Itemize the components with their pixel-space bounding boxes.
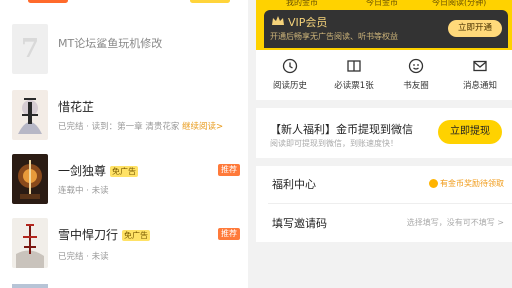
book-meta: 已完结 · 未读 (58, 252, 109, 262)
shortcut-row: 阅读历史 必读票1张 书友圈 消息通知 (256, 50, 512, 100)
book-meta: 连载中 · 未读 (58, 186, 109, 196)
shortcut-label: 阅读历史 (272, 81, 307, 91)
welfare-center-hint: 有金币奖励待领取 (429, 178, 504, 189)
vip-card[interactable]: VIP会员 开通后畅享无广告阅读、听书等权益 立即开通 (264, 10, 508, 48)
ad-free-tag: 免广告 (110, 166, 139, 177)
shortcut-label: 必读票1张 (334, 81, 374, 91)
book-item[interactable]: 一剑独尊 免广告 推荐 连载中 · 未读 (0, 150, 248, 206)
shortcut-book-friends[interactable]: 书友圈 (386, 58, 446, 91)
invite-code-label: 填写邀请码 (272, 217, 327, 230)
settings-list: 福利中心 有金币奖励待领取 填写邀请码 选择填写，没有可不填写 > (256, 166, 512, 242)
stat-my-coins[interactable]: 我的金币 (286, 0, 318, 8)
invite-code-hint: 选择填写，没有可不填写 > (406, 218, 504, 227)
book-cover-placeholder: 7 (12, 24, 48, 74)
book-icon (347, 60, 361, 72)
smile-icon (408, 58, 424, 74)
vip-open-button[interactable]: 立即开通 (448, 20, 502, 37)
screen: 7 MT论坛鲨鱼玩机修改 惜花芷 已完结 · 读到：第一章 清贵花家 继续阅读>… (0, 0, 512, 288)
recommend-badge: 推荐 (218, 228, 240, 240)
stat-today-coins[interactable]: 今日金币 (366, 0, 398, 8)
book-status: 连载中 (58, 186, 84, 196)
shortcut-label: 消息通知 (462, 81, 497, 91)
stat-today-reading[interactable]: 今日阅读(分钟) (432, 0, 486, 8)
book-cover (12, 218, 48, 268)
vip-subtitle: 开通后畅享无广告阅读、听书等权益 (270, 32, 398, 41)
benefit-title: 【新人福利】金币提现到微信 (270, 123, 413, 136)
book-cover (12, 154, 48, 204)
ad-free-tag: 免广告 (122, 230, 151, 241)
book-title: MT论坛鲨鱼玩机修改 (58, 37, 163, 50)
profile-header: 我的金币 今日金币 今日阅读(分钟) VIP会员 开通后畅享无广告阅读、听书等权… (256, 0, 512, 50)
withdraw-button[interactable]: 立即提现 (438, 120, 502, 144)
book-item[interactable]: 7 MT论坛鲨鱼玩机修改 (0, 22, 248, 78)
vip-title: VIP会员 (288, 16, 328, 29)
book-status: 已完结 (58, 252, 84, 262)
book-status: 已完结 (58, 122, 84, 132)
book-progress: 读到：第一章 清贵花家 (91, 122, 180, 132)
placeholder-glyph: 7 (20, 34, 40, 64)
book-title: 一剑独尊 (58, 164, 107, 178)
profile-panel: 我的金币 今日金币 今日阅读(分钟) VIP会员 开通后畅享无广告阅读、听书等权… (256, 0, 512, 288)
bookshelf-top-buttons (0, 0, 248, 6)
book-title-row: 雪中悍刀行 免广告 (58, 226, 151, 243)
newcomer-benefit-card[interactable]: 【新人福利】金币提现到微信 阅读即可提现到微信，到账速度快！ 立即提现 (256, 108, 512, 158)
continue-reading-link[interactable]: 继续阅读> (182, 122, 223, 132)
benefit-subtitle: 阅读即可提现到微信，到账速度快！ (270, 139, 398, 148)
divider (268, 203, 512, 204)
bookshelf-panel: 7 MT论坛鲨鱼玩机修改 惜花芷 已完结 · 读到：第一章 清贵花家 继续阅读>… (0, 0, 248, 288)
mail-icon (473, 60, 487, 72)
next-book-cover-partial (12, 284, 48, 288)
book-meta: 已完结 · 读到：第一章 清贵花家 继续阅读> (58, 122, 224, 132)
book-progress: 未读 (91, 252, 109, 262)
recommend-badge: 推荐 (218, 164, 240, 176)
book-cover (12, 90, 48, 140)
clock-icon (282, 58, 298, 74)
book-item[interactable]: 惜花芷 已完结 · 读到：第一章 清贵花家 继续阅读> (0, 86, 248, 142)
coin-icon (429, 179, 438, 188)
shortcut-notifications[interactable]: 消息通知 (450, 58, 510, 91)
top-yellow-button[interactable] (190, 0, 230, 3)
book-title: 惜花芷 (58, 100, 95, 114)
top-orange-button[interactable] (28, 0, 68, 3)
book-title: 雪中悍刀行 (58, 228, 119, 242)
shortcut-label: 书友圈 (403, 81, 429, 91)
book-item[interactable]: 雪中悍刀行 免广告 推荐 已完结 · 未读 (0, 214, 248, 274)
book-progress: 未读 (91, 186, 109, 196)
shortcut-must-read-ticket[interactable]: 必读票1张 (324, 58, 384, 91)
shortcut-reading-history[interactable]: 阅读历史 (260, 58, 320, 91)
welfare-center-label: 福利中心 (272, 178, 316, 191)
book-title-row: 一剑独尊 免广告 (58, 162, 139, 179)
crown-icon (272, 16, 284, 25)
